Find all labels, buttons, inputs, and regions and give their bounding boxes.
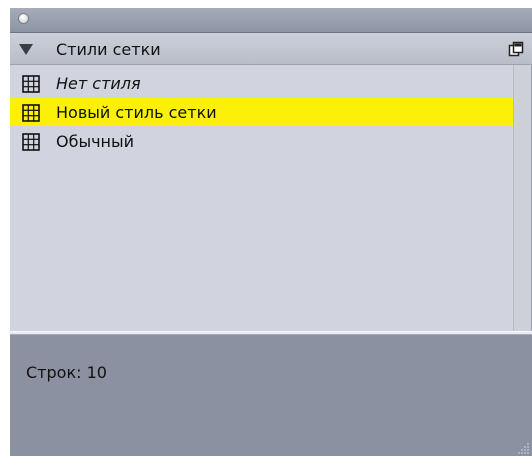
section-header[interactable]: Стили сетки (10, 33, 532, 65)
styles-list[interactable]: Нет стиля Новый стиль сетки Обычный (10, 65, 532, 331)
info-panel: Строк: 10 (10, 335, 532, 456)
list-item-label: Нет стиля (56, 74, 141, 93)
triangle-down-icon[interactable] (19, 44, 33, 55)
rows-count-text: Строк: 10 (26, 363, 107, 382)
list-scrollbar[interactable] (513, 65, 531, 331)
grid-icon (22, 104, 40, 122)
list-item-label: Обычный (56, 132, 135, 151)
section-title: Стили сетки (56, 40, 161, 59)
grid-icon (22, 133, 40, 151)
list-item-new-grid-style[interactable]: Новый стиль сетки (10, 98, 514, 126)
resize-grip-icon[interactable] (518, 442, 530, 454)
palette-menu-icon[interactable] (508, 41, 524, 57)
list-item-no-style[interactable]: Нет стиля (10, 69, 514, 97)
close-icon[interactable] (18, 13, 29, 24)
list-item-normal[interactable]: Обычный (10, 127, 514, 155)
list-item-label: Новый стиль сетки (56, 103, 217, 122)
grid-icon (22, 75, 40, 93)
grid-styles-palette: Стили сетки Нет стиля Новый стиль сетки … (0, 0, 532, 456)
palette-titlebar[interactable] (10, 8, 532, 33)
